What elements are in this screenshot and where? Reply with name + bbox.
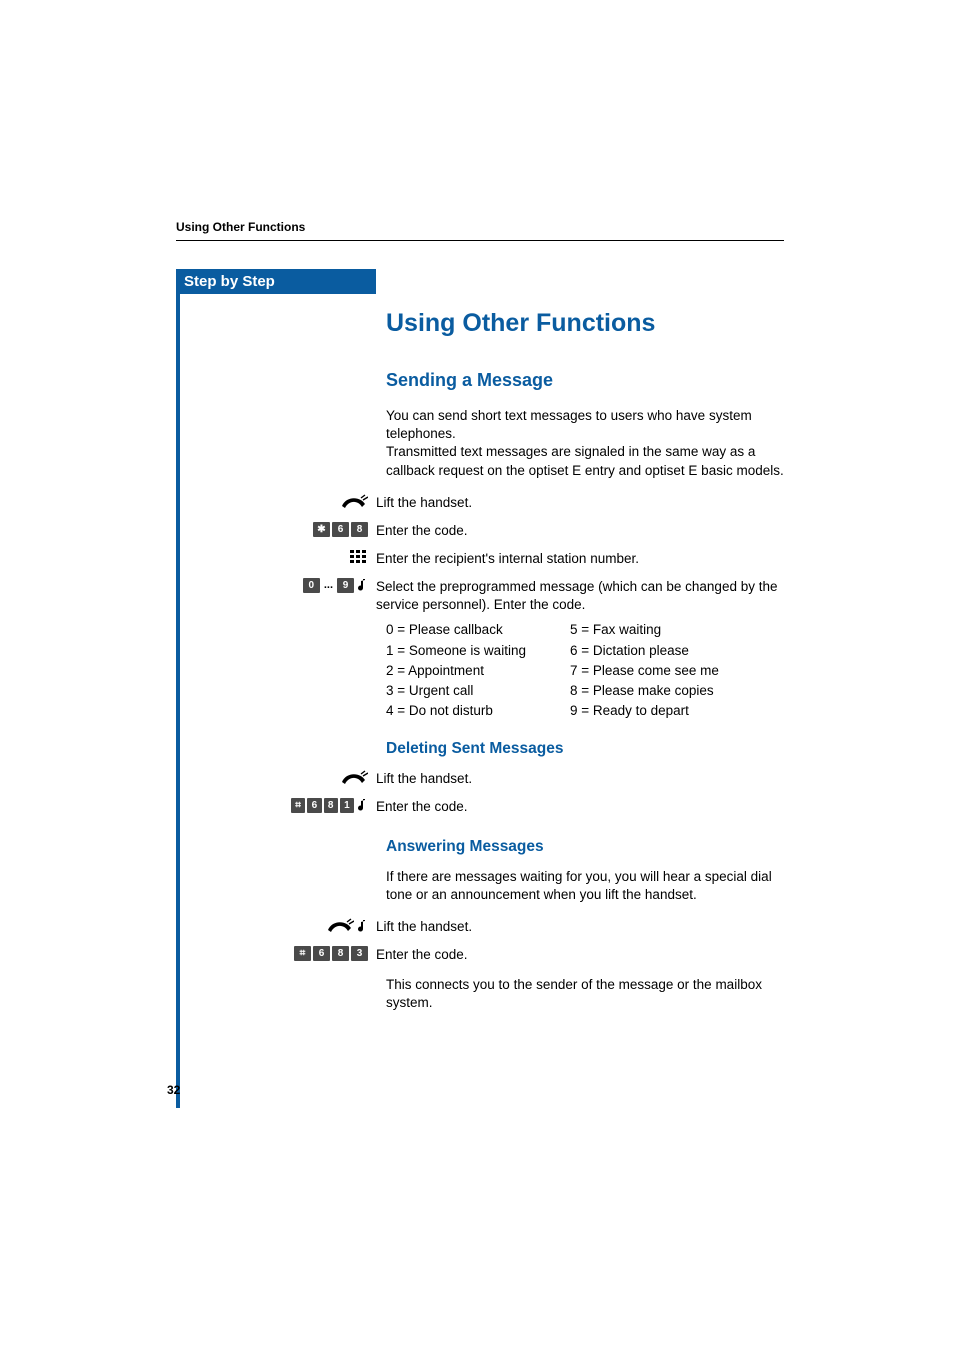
option-2: 2 = Appointment (386, 661, 526, 681)
key-6: 6 (313, 946, 330, 961)
option-1: 1 = Someone is waiting (386, 641, 526, 661)
section-heading-deleting: Deleting Sent Messages (386, 740, 784, 758)
step-enter-code-2: ⌗ 6 8 1 Enter the code. (386, 798, 784, 820)
option-4: 4 = Do not disturb (386, 701, 526, 721)
key-6: 6 (307, 798, 321, 813)
option-8: 8 = Please make copies (570, 681, 719, 701)
option-0: 0 = Please callback (386, 620, 526, 640)
step-text: Enter the code. (376, 522, 784, 540)
key-range-separator: ... (322, 579, 335, 591)
key-star: ✱ (313, 522, 330, 537)
key-8: 8 (324, 798, 338, 813)
key-hash: ⌗ (291, 798, 305, 813)
step-text: Enter the recipient's internal station n… (376, 550, 784, 568)
step-lift-handset-3: Lift the handset. (386, 918, 784, 940)
step-text: Lift the handset. (376, 918, 784, 936)
answering-intro: If there are messages waiting for you, y… (386, 868, 784, 904)
handset-icon (326, 918, 354, 934)
options-col-left: 0 = Please callback 1 = Someone is waiti… (386, 620, 526, 721)
sidebar: Step by Step (176, 269, 376, 294)
running-header: Using Other Functions (176, 220, 784, 234)
key-6: 6 (332, 522, 349, 537)
step-enter-recipient: Enter the recipient's internal station n… (386, 550, 784, 572)
section-heading-sending: Sending a Message (386, 370, 784, 391)
page-number: 32 (167, 1083, 180, 1097)
key-3: 3 (351, 946, 368, 961)
main-content: Using Other Functions Sending a Message … (376, 269, 784, 1026)
key-8: 8 (351, 522, 368, 537)
step-text: Select the preprogrammed message (which … (376, 578, 784, 614)
step-text: Lift the handset. (376, 770, 784, 788)
key-1: 1 (340, 798, 354, 813)
option-6: 6 = Dictation please (570, 641, 719, 661)
key-9: 9 (337, 578, 354, 593)
section-heading-answering: Answering Messages (386, 838, 784, 856)
step-select-message: 0 ... 9 Select the preprogrammed message… (386, 578, 784, 614)
option-5: 5 = Fax waiting (570, 620, 719, 640)
tone-icon (356, 578, 368, 593)
header-rule (176, 240, 784, 241)
option-7: 7 = Please come see me (570, 661, 719, 681)
answering-outro: This connects you to the sender of the m… (386, 976, 784, 1012)
key-8: 8 (332, 946, 349, 961)
page-title: Using Other Functions (386, 309, 784, 338)
tone-icon (356, 919, 368, 934)
step-text: Lift the handset. (376, 494, 784, 512)
step-lift-handset-1: Lift the handset. (386, 494, 784, 516)
handset-icon (340, 770, 368, 786)
step-enter-code-1: ✱ 6 8 Enter the code. (386, 522, 784, 544)
sending-intro: You can send short text messages to user… (386, 407, 784, 480)
tone-icon (356, 798, 368, 813)
sidebar-rule (176, 290, 180, 1108)
message-options: 0 = Please callback 1 = Someone is waiti… (386, 620, 784, 721)
options-col-right: 5 = Fax waiting 6 = Dictation please 7 =… (570, 620, 719, 721)
step-by-step-label: Step by Step (176, 269, 376, 294)
option-9: 9 = Ready to depart (570, 701, 719, 721)
handset-icon (340, 494, 368, 510)
step-enter-code-3: ⌗ 6 8 3 Enter the code. (386, 946, 784, 968)
key-0: 0 (303, 578, 320, 593)
key-hash: ⌗ (294, 946, 311, 961)
step-text: Enter the code. (376, 798, 784, 816)
keypad-icon (350, 550, 368, 564)
option-3: 3 = Urgent call (386, 681, 526, 701)
step-lift-handset-2: Lift the handset. (386, 770, 784, 792)
step-text: Enter the code. (376, 946, 784, 964)
